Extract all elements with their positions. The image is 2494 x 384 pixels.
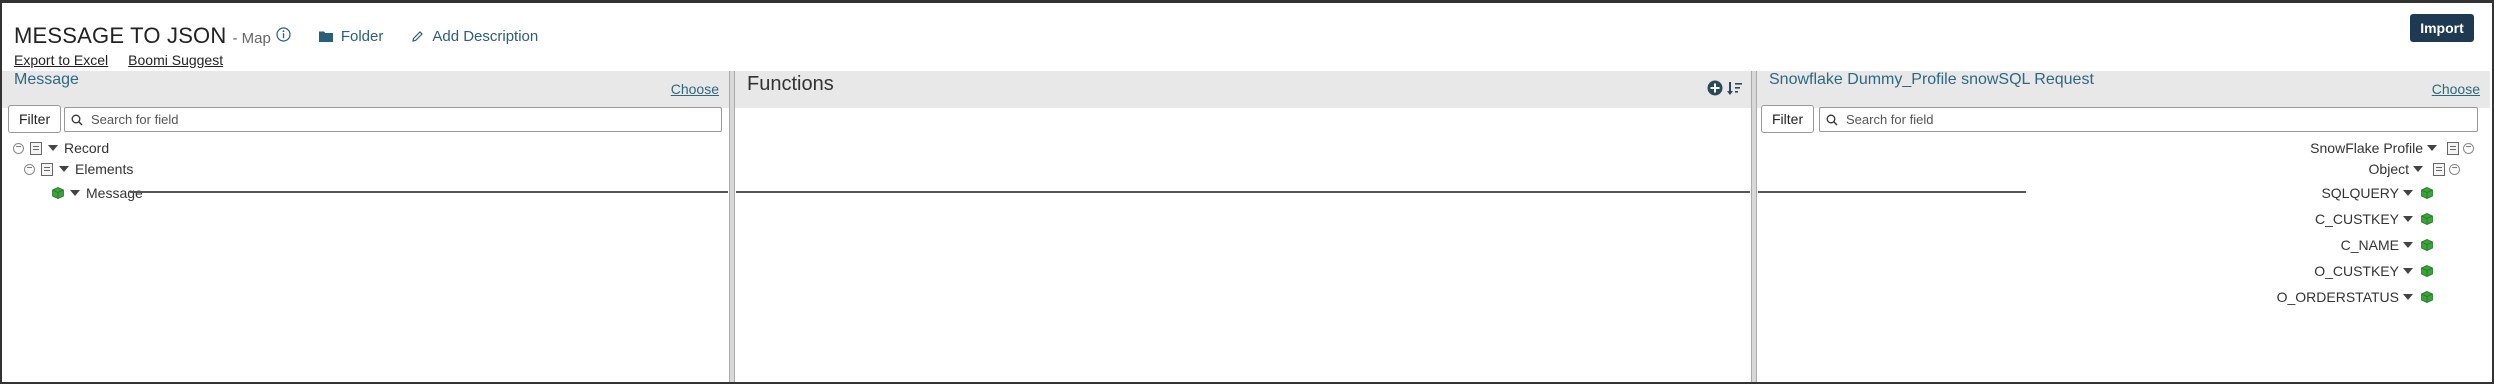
search-icon [1826, 114, 1838, 125]
tree-leaf-c-custkey[interactable]: C_CUSTKEY [2315, 210, 2433, 228]
boomi-suggest-link[interactable]: Boomi Suggest [128, 52, 223, 68]
source-panel-header: Message Choose [2, 71, 729, 108]
folder-icon [318, 31, 333, 42]
mapping-line-source[interactable] [130, 191, 728, 193]
source-choose-link[interactable]: Choose [671, 81, 719, 97]
tree-node-label: Elements [75, 161, 134, 177]
collapse-icon[interactable]: − [24, 163, 35, 175]
target-filter-button[interactable]: Filter [1761, 105, 1815, 133]
collapse-icon[interactable]: − [13, 142, 24, 154]
tree-node-record[interactable]: − Record [13, 139, 109, 157]
document-icon [30, 141, 42, 155]
leaf-element-icon [52, 187, 64, 199]
document-icon [2433, 162, 2445, 176]
pencil-icon [412, 30, 424, 42]
page-subtitle: - Map [232, 29, 271, 47]
target-choose-link[interactable]: Choose [2432, 81, 2480, 97]
collapse-icon[interactable]: − [2463, 142, 2474, 154]
add-description-button[interactable]: Add Description [411, 28, 538, 45]
caret-down-icon[interactable] [59, 166, 69, 172]
page-title: MESSAGE TO JSON [14, 23, 227, 48]
tree-node-label: Object [2368, 161, 2409, 177]
tree-node-label: C_NAME [2340, 237, 2399, 253]
leaf-element-icon [2421, 239, 2433, 251]
sort-icon[interactable] [1727, 80, 1743, 101]
tree-node-elements[interactable]: − Elements [24, 160, 133, 178]
tree-node-snowflake-profile[interactable]: SnowFlake Profile − [2310, 139, 2474, 157]
panel-divider-left[interactable] [729, 71, 735, 382]
caret-down-icon[interactable] [2403, 190, 2413, 196]
caret-down-icon[interactable] [2403, 216, 2413, 222]
target-panel-title: Snowflake Dummy_Profile snowSQL Request [1769, 71, 2094, 88]
mapping-line-target[interactable] [1758, 191, 2026, 193]
collapse-icon[interactable]: − [2449, 163, 2460, 175]
document-icon [41, 162, 53, 176]
caret-down-icon[interactable] [70, 190, 80, 196]
functions-panel-header: Functions [735, 71, 1751, 108]
sublinks-bar: Export to Excel Boomi Suggest [14, 52, 223, 68]
tree-node-label: SQLQUERY [2321, 185, 2399, 201]
export-to-excel-link[interactable]: Export to Excel [14, 52, 108, 68]
caret-down-icon[interactable] [2403, 242, 2413, 248]
leaf-element-icon [2421, 213, 2433, 225]
tree-node-label: Record [64, 140, 110, 156]
tree-node-message[interactable]: Message [52, 184, 143, 202]
tree-leaf-o-custkey[interactable]: O_CUSTKEY [2314, 262, 2433, 280]
page-header: MESSAGE TO JSON - Map Folder Add Descrip… [14, 16, 538, 56]
folder-button[interactable]: Folder [318, 27, 384, 45]
source-search-input[interactable] [91, 112, 676, 127]
caret-down-icon[interactable] [48, 145, 58, 151]
tree-node-label: Message [86, 185, 143, 201]
panel-divider-right[interactable] [1751, 71, 1757, 382]
tree-node-label: SnowFlake Profile [2310, 140, 2423, 156]
tree-leaf-o-orderstatus[interactable]: O_ORDERSTATUS [2277, 288, 2433, 306]
target-search-box [1819, 107, 2478, 132]
tree-leaf-sqlquery[interactable]: SQLQUERY [2321, 184, 2433, 202]
leaf-element-icon [2421, 187, 2433, 199]
target-panel-header: Snowflake Dummy_Profile snowSQL Request … [1757, 71, 2490, 108]
add-function-icon[interactable] [1707, 80, 1723, 101]
source-panel-title: Message [14, 71, 79, 88]
source-search-box [64, 107, 722, 132]
mapping-line-functions[interactable] [736, 191, 1750, 193]
caret-down-icon[interactable] [2413, 166, 2423, 172]
tree-leaf-c-name[interactable]: C_NAME [2341, 236, 2433, 254]
search-icon [71, 114, 83, 125]
tree-node-label: O_ORDERSTATUS [2276, 289, 2399, 305]
caret-down-icon[interactable] [2403, 268, 2413, 274]
caret-down-icon[interactable] [2403, 294, 2413, 300]
leaf-element-icon [2421, 265, 2433, 277]
add-description-label: Add Description [432, 27, 539, 45]
tree-node-label: O_CUSTKEY [2314, 263, 2399, 279]
functions-panel-title: Functions [747, 73, 834, 95]
target-search-input[interactable] [1846, 112, 2432, 127]
caret-down-icon[interactable] [2427, 145, 2437, 151]
source-filter-button[interactable]: Filter [8, 105, 62, 133]
folder-label: Folder [340, 27, 384, 45]
tree-node-object[interactable]: Object − [2369, 160, 2460, 178]
tree-node-label: C_CUSTKEY [2314, 211, 2399, 227]
info-icon[interactable] [276, 26, 291, 42]
leaf-element-icon [2421, 291, 2433, 303]
import-button[interactable]: Import [2410, 14, 2474, 42]
document-icon [2447, 141, 2459, 155]
